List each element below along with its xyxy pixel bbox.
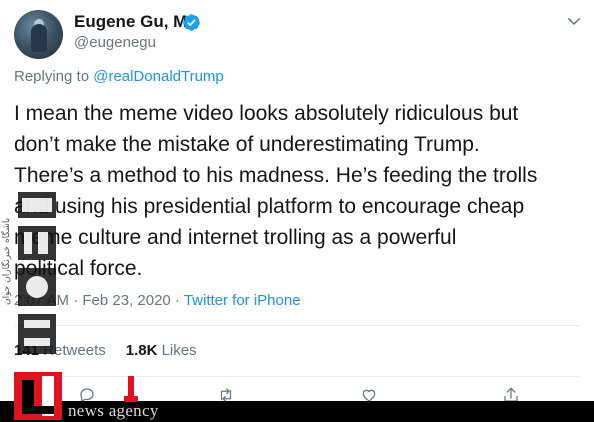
tweet-text: I mean the meme video looks absolutely r… bbox=[14, 98, 589, 284]
likes-label: Likes bbox=[161, 342, 197, 359]
divider bbox=[14, 325, 580, 326]
tweet-line: There’s a method to his madness. He’s fe… bbox=[14, 164, 538, 187]
tweet-line: don’t make the mistake of underestimatin… bbox=[14, 133, 480, 156]
author-name[interactable]: Eugene Gu, MD bbox=[74, 12, 200, 32]
watermark-mark-icon bbox=[124, 376, 138, 402]
tweet-source[interactable]: Twitter for iPhone bbox=[184, 292, 301, 309]
watermark-agency-text: news agency bbox=[68, 401, 159, 420]
chevron-down-icon[interactable] bbox=[565, 12, 583, 30]
tweet-line: I mean the meme video looks absolutely r… bbox=[14, 102, 519, 125]
avatar[interactable] bbox=[14, 10, 63, 59]
tweet-line: and using his presidential platform to e… bbox=[14, 195, 525, 218]
watermark-vertical-text: باشگاه خبرنگاران جوان bbox=[2, 217, 12, 305]
likes-stat[interactable]: 1.8K Likes bbox=[126, 342, 197, 359]
replying-to-label: Replying to bbox=[14, 68, 94, 85]
divider bbox=[14, 376, 580, 377]
tweet-line: meme culture and internet trolling as a … bbox=[14, 226, 457, 249]
watermark-logo-icon bbox=[14, 372, 62, 420]
replying-to-mention[interactable]: @realDonaldTrump bbox=[93, 68, 224, 85]
replying-to: Replying to @realDonaldTrump bbox=[14, 68, 224, 85]
author-handle[interactable]: @eugenegu bbox=[74, 34, 156, 51]
verified-badge-icon bbox=[183, 14, 200, 31]
watermark-side-logo bbox=[18, 192, 56, 354]
tweet-line: political force. bbox=[14, 257, 143, 280]
tweet-card: Eugene Gu, MD @eugenegu Replying to @rea… bbox=[0, 0, 594, 422]
likes-count: 1.8K bbox=[125, 342, 158, 359]
